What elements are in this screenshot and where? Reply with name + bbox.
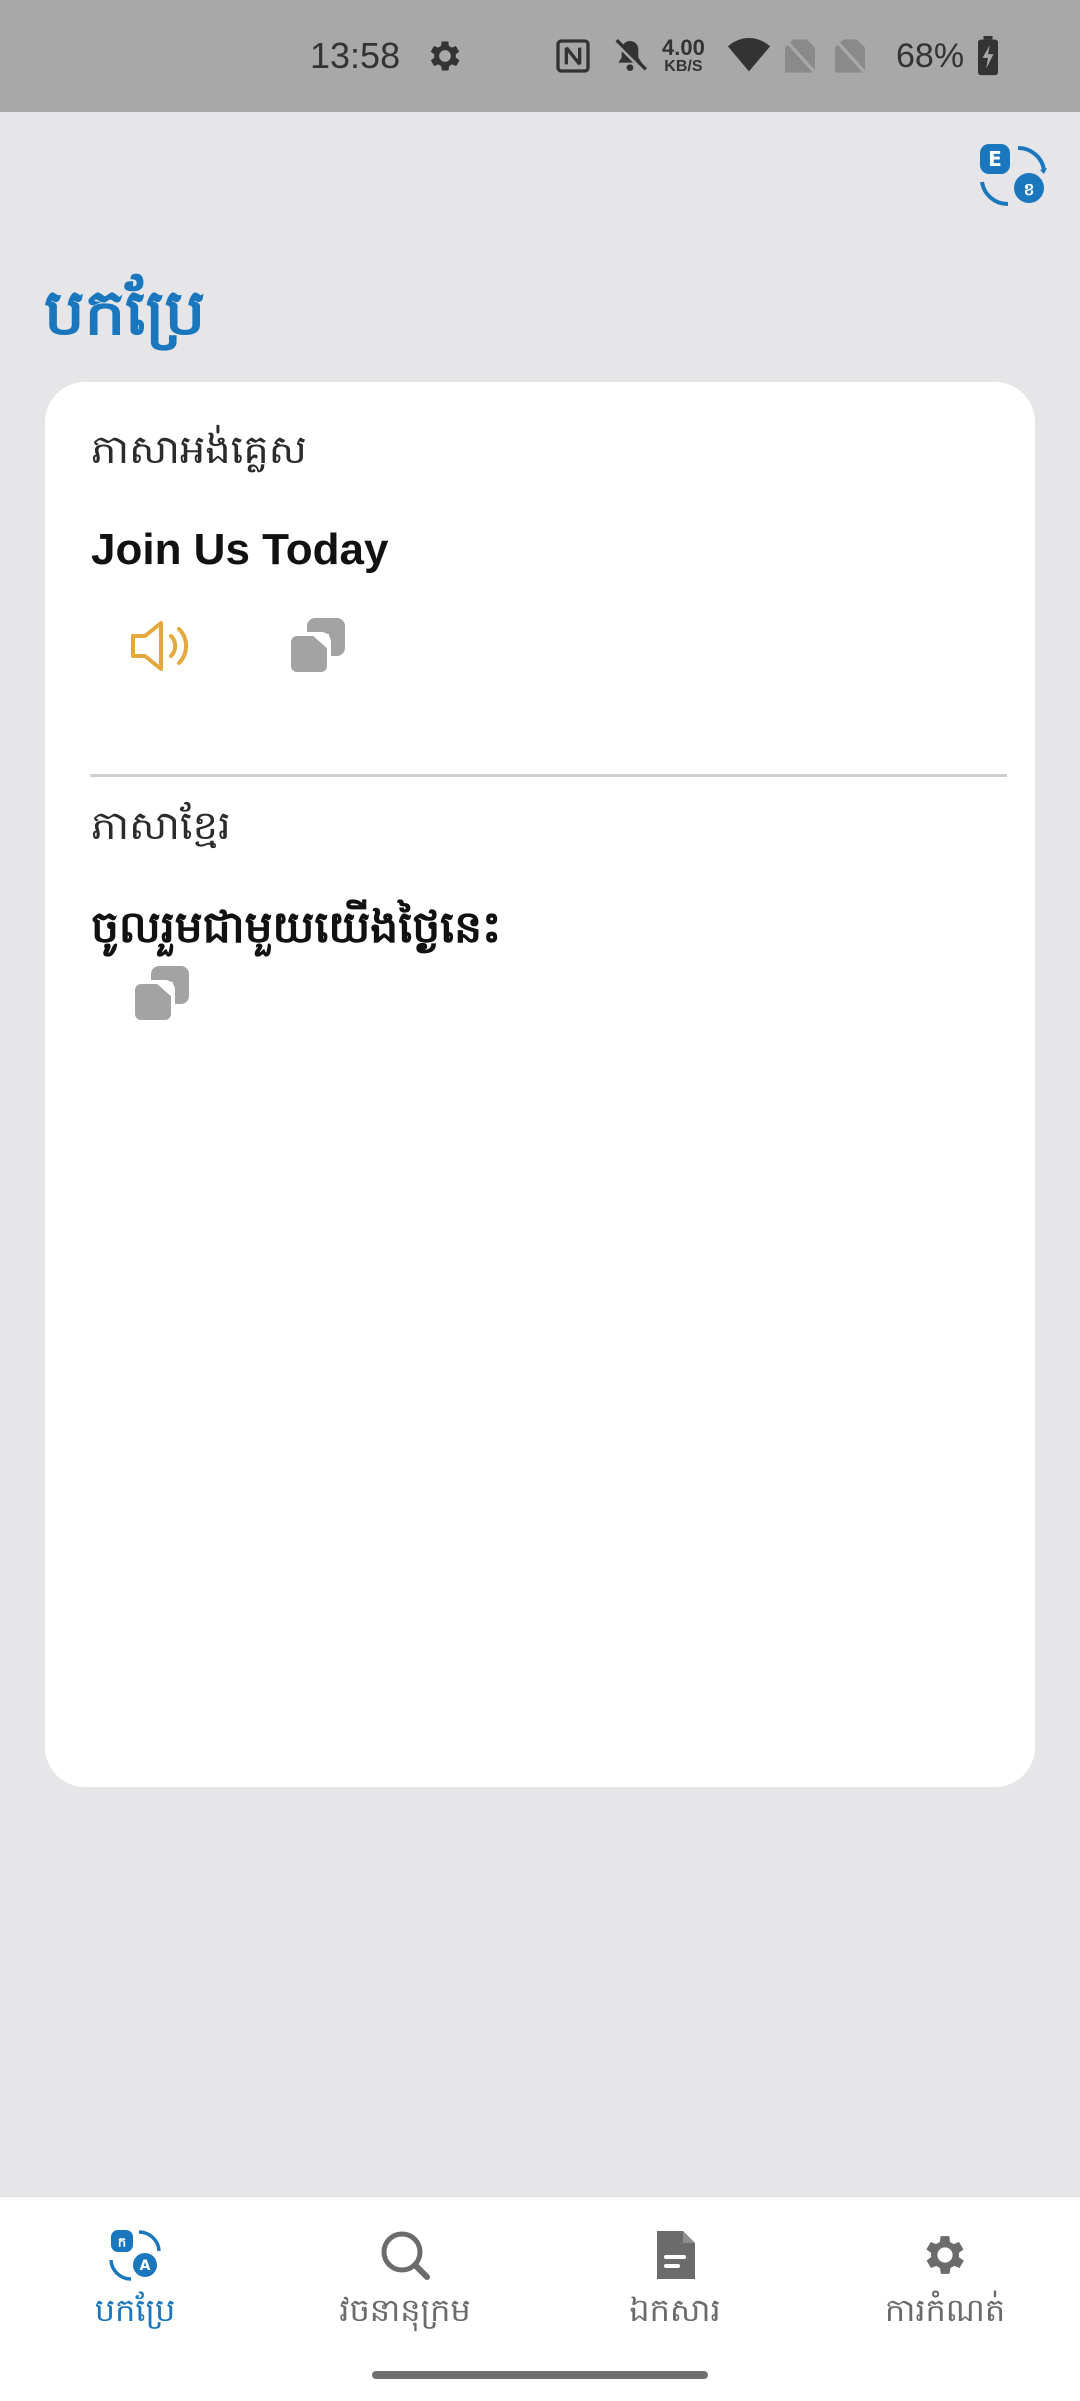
svg-text:E: E [988,147,1002,171]
nfc-icon [553,0,593,112]
wifi-icon [726,0,772,112]
copy-icon [287,618,345,676]
translate-icon: E ខ [980,144,1047,207]
bell-muted-icon [610,0,650,112]
nav-settings[interactable]: ការកំណត់ [810,2227,1080,2329]
translation-card: ភាសាអង់គ្លេស Join Us Today ភាសាខ្មែរ ចូល… [45,382,1035,1787]
no-sim-icon-2 [832,0,868,112]
battery-charging-icon [976,0,1000,112]
speak-button[interactable] [121,606,201,686]
document-icon [647,2227,703,2283]
page-title: បកប្រែ [44,276,206,350]
source-text: Join Us Today [91,525,389,574]
no-sim-icon [782,0,818,112]
svg-text:ខ: ខ [1024,180,1035,200]
speaker-icon [131,621,189,671]
gear-icon [917,2227,973,2283]
translated-text: ចូលរួមជាមួយយើងថ្ងៃនេះ [91,902,502,953]
copy-translation-button[interactable] [121,954,201,1034]
source-language-label: ភាសាអង់គ្លេស [91,427,307,473]
status-bar: 13:58 4.00 KB/S 68% [0,0,1080,112]
svg-text:ក: ក [118,2236,126,2251]
battery-level: 68% [896,36,965,75]
nav-dictionary-label: វចនានុក្រម [339,2291,471,2329]
language-swap-button[interactable]: E ខ [978,140,1048,210]
search-icon [377,2227,433,2283]
home-indicator[interactable] [372,2371,708,2379]
network-speed: 4.00 KB/S [662,35,705,75]
copy-source-button[interactable] [277,606,357,686]
status-time: 13:58 [310,35,401,76]
status-settings-icon [425,0,465,112]
target-language-label: ភាសាខ្មែរ [91,803,231,849]
nav-documents-label: ឯកសារ [629,2291,721,2329]
card-divider [90,774,1007,777]
nav-documents[interactable]: ឯកសារ [540,2227,810,2329]
svg-text:A: A [140,2258,151,2274]
nav-dictionary[interactable]: វចនានុក្រម [270,2227,540,2329]
nav-settings-label: ការកំណត់ [884,2291,1006,2329]
copy-icon [131,966,189,1024]
nav-translate[interactable]: ក A បកប្រែ [0,2227,270,2329]
translate-icon: ក A [107,2227,163,2283]
nav-translate-label: បកប្រែ [94,2291,176,2329]
